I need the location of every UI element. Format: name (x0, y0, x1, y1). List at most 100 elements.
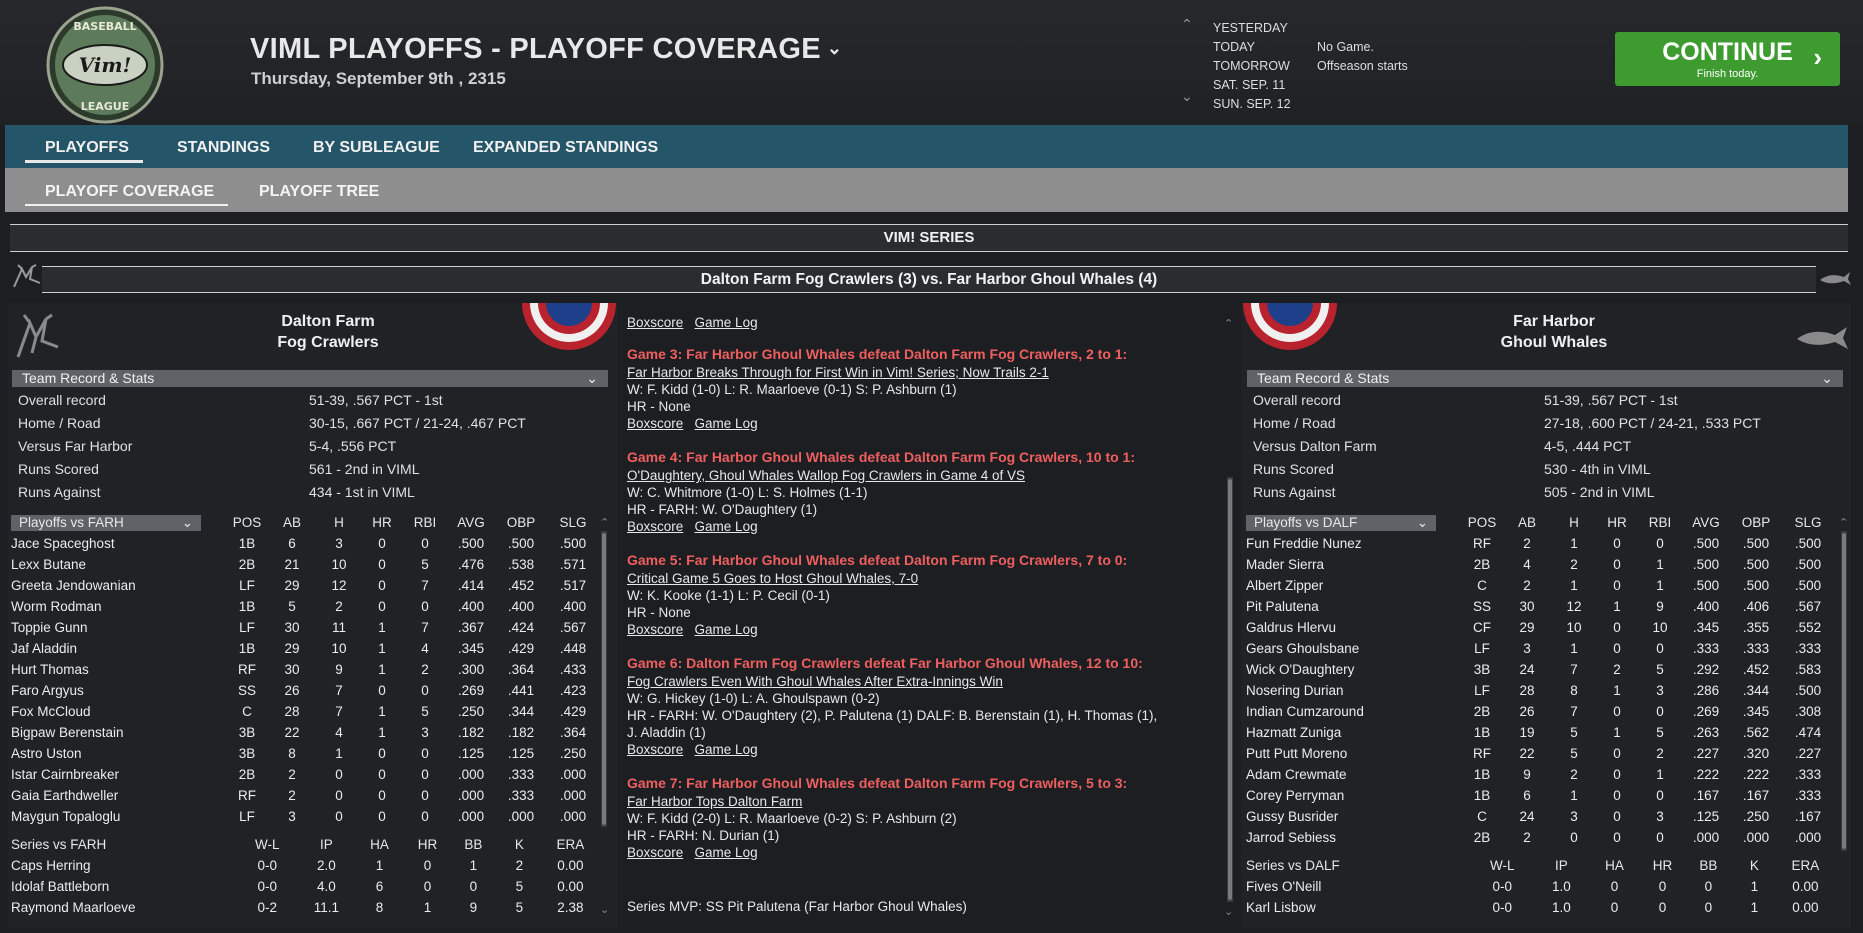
player-name[interactable]: Jarrod Sebiess (1246, 827, 1462, 848)
chevron-up-icon[interactable]: ⌃ (1181, 16, 1193, 33)
boxscore-link[interactable]: Boxscore (627, 622, 683, 637)
player-name[interactable]: Fives O'Neill (1246, 876, 1471, 897)
batter-row[interactable]: Albert Zipper C 2 1 0 1 .500 .500 .500 (1246, 575, 1834, 596)
gamelog-link[interactable]: Game Log (695, 622, 758, 637)
player-name[interactable]: Raymond Maarloeve (11, 897, 236, 918)
chevron-up-icon[interactable]: ⌃ (1224, 317, 1233, 330)
batter-row[interactable]: Jaf Aladdin 1B 29 10 1 4 .345 .429 .448 (11, 638, 599, 659)
column-header[interactable]: H (1552, 512, 1596, 533)
player-name[interactable]: Nosering Durian (1246, 680, 1462, 701)
player-name[interactable]: Faro Argyus (11, 680, 227, 701)
schedule-row[interactable]: SAT. SEP. 11 (1213, 76, 1408, 95)
schedule-row[interactable]: TOMORROW Offseason starts (1213, 57, 1408, 76)
batter-row[interactable]: Hazmatt Zuniga 1B 19 5 1 5 .263 .562 .474 (1246, 722, 1834, 743)
schedule-row[interactable]: TODAY No Game. (1213, 38, 1408, 57)
column-header[interactable]: ERA (542, 834, 599, 855)
column-header[interactable]: RBI (1638, 512, 1682, 533)
column-header[interactable]: BB (450, 834, 497, 855)
column-header[interactable]: HA (354, 834, 405, 855)
game-headline-link[interactable]: Far Harbor Breaks Through for First Win … (627, 365, 1049, 380)
column-header[interactable]: W-L (1471, 855, 1534, 876)
boxscore-link[interactable]: Boxscore (627, 742, 683, 757)
gamelog-link[interactable]: Game Log (695, 742, 758, 757)
batting-split-dropdown[interactable]: Playoffs vs DALF ⌄ (1246, 514, 1436, 531)
schedule-row[interactable]: SUN. SEP. 12 (1213, 95, 1408, 114)
batter-row[interactable]: Maygun Topaloglu LF 3 0 0 0 .000 .000 .000 (11, 806, 599, 827)
tab-playoff-coverage[interactable]: PLAYOFF COVERAGE (24, 183, 229, 206)
batter-row[interactable]: Wick O'Daughtery 3B 24 7 2 5 .292 .452 .583 (1246, 659, 1834, 680)
batter-row[interactable]: Fun Freddie Nunez RF 2 1 0 0 .500 .500 .500 (1246, 533, 1834, 554)
column-header[interactable]: HR (361, 512, 403, 533)
batter-row[interactable]: Worm Rodman 1B 5 2 0 0 .400 .400 .400 (11, 596, 599, 617)
chevron-up-icon[interactable]: ⌃ (600, 516, 609, 529)
player-name[interactable]: Jaf Aladdin (11, 638, 227, 659)
schedule-row[interactable]: YESTERDAY (1213, 19, 1408, 38)
boxscore-link[interactable]: Boxscore (627, 416, 683, 431)
column-header[interactable]: AVG (447, 512, 495, 533)
game-headline-link[interactable]: Fog Crawlers Even With Ghoul Whales Afte… (627, 674, 1003, 689)
column-header[interactable]: W-L (236, 834, 299, 855)
batter-row[interactable]: Bigpaw Berenstain 3B 22 4 1 3 .182 .182 .364 (11, 722, 599, 743)
column-header[interactable]: AB (267, 512, 317, 533)
column-header[interactable]: BB (1685, 855, 1732, 876)
player-name[interactable]: Toppie Gunn (11, 617, 227, 638)
player-name[interactable]: Pit Palutena (1246, 596, 1462, 617)
column-header[interactable]: HR (1596, 512, 1638, 533)
player-name[interactable]: Karl Lisbow (1246, 897, 1471, 918)
chevron-down-icon[interactable]: ⌄ (1181, 88, 1193, 105)
column-header[interactable]: K (497, 834, 542, 855)
player-name[interactable]: Worm Rodman (11, 596, 227, 617)
page-title[interactable]: VIML PLAYOFFS - PLAYOFF COVERAGE ⌄ (250, 33, 842, 66)
player-name[interactable]: Lexx Butane (11, 554, 227, 575)
batter-row[interactable]: Putt Putt Moreno RF 22 5 0 2 .227 .320 .227 (1246, 743, 1834, 764)
pitcher-row[interactable]: Idolaf Battleborn 0-0 4.0 6 0 0 5 0.00 (11, 876, 599, 897)
boxscore-link[interactable]: Boxscore (627, 315, 683, 330)
batter-row[interactable]: Toppie Gunn LF 30 11 1 7.367.424.567 (11, 617, 599, 638)
batter-row[interactable]: Gears Ghoulsbane LF 3 1 0 0 .333 .333 .333 (1246, 638, 1834, 659)
chevron-down-icon[interactable]: ⌄ (1224, 905, 1233, 918)
player-name[interactable]: Istar Cairnbreaker (11, 764, 227, 785)
column-header[interactable]: IP (299, 834, 354, 855)
player-name[interactable]: Corey Perryman (1246, 785, 1462, 806)
batter-row[interactable]: Faro Argyus SS 26 7 0 0 .269 .441 .423 (11, 680, 599, 701)
player-name[interactable]: Greeta Jendowanian (11, 575, 227, 596)
batter-row[interactable]: Mader Sierra 2B 4 2 0 1 .500 .500 .500 (1246, 554, 1834, 575)
game-headline-link[interactable]: O'Daughtery, Ghoul Whales Wallop Fog Cra… (627, 468, 1025, 483)
player-name[interactable]: Adam Crewmate (1246, 764, 1462, 785)
column-header[interactable]: OBP (495, 512, 547, 533)
player-name[interactable]: Hurt Thomas (11, 659, 227, 680)
batter-row[interactable]: Astro Uston 3B 8 1 0 0 .125 .125 .250 (11, 743, 599, 764)
player-name[interactable]: Galdrus Hlervu (1246, 617, 1462, 638)
player-name[interactable]: Gaia Earthdweller (11, 785, 227, 806)
pitcher-row[interactable]: Caps Herring 0-0 2.0 1 0 1 2 0.00 (11, 855, 599, 876)
tab-playoff-tree[interactable]: PLAYOFF TREE (259, 183, 379, 201)
boxscore-link[interactable]: Boxscore (627, 519, 683, 534)
column-header[interactable]: K (1732, 855, 1777, 876)
batter-row[interactable]: Hurt Thomas RF 30 9 1 2 .300 .364 .433 (11, 659, 599, 680)
batter-row[interactable]: Nosering Durian LF 28 8 1 3 .286 .344 .500 (1246, 680, 1834, 701)
batter-row[interactable]: Indian Cumzaround 2B 26 7 0 0 .269 .345 .308 (1246, 701, 1834, 722)
pitcher-row[interactable]: Karl Lisbow 0-0 1.0 0 0 0 1 0.00 (1246, 897, 1834, 918)
column-header[interactable]: AVG (1682, 512, 1730, 533)
column-header[interactable]: IP (1534, 855, 1589, 876)
player-name[interactable]: Gussy Busrider (1246, 806, 1462, 827)
pitcher-row[interactable]: Raymond Maarloeve 0-2 11.1 8 1 9 5 2.38 (11, 897, 599, 918)
tab-playoffs[interactable]: PLAYOFFS (25, 139, 143, 163)
column-header[interactable]: HA (1589, 855, 1640, 876)
player-name[interactable]: Astro Uston (11, 743, 227, 764)
batter-row[interactable]: Gaia Earthdweller RF 2 0 0 0 .000 .333 .000 (11, 785, 599, 806)
game-headline-link[interactable]: Far Harbor Tops Dalton Farm (627, 794, 802, 809)
tab-by-subleague[interactable]: BY SUBLEAGUE (313, 139, 440, 157)
batter-row[interactable]: Fox McCloud C 28 7 1 5 .250 .344 .429 (11, 701, 599, 722)
column-header[interactable]: SLG (547, 512, 599, 533)
batter-row[interactable]: Galdrus Hlervu CF 29 10 0 10 .345 .355 .552 (1246, 617, 1834, 638)
game-headline-link[interactable]: Critical Game 5 Goes to Host Ghoul Whale… (627, 571, 918, 586)
column-header[interactable]: H (317, 512, 361, 533)
player-name[interactable]: Hazmatt Zuniga (1246, 722, 1462, 743)
gamelog-link[interactable]: Game Log (695, 519, 758, 534)
batter-row[interactable]: Jarrod Sebiess 2B 2 0 0 0 .000 .000 .000 (1246, 827, 1834, 848)
column-header[interactable]: HR (1640, 855, 1685, 876)
player-name[interactable]: Fun Freddie Nunez (1246, 533, 1462, 554)
batter-row[interactable]: Greeta Jendowanian LF 29 12 0 7 .414 .452 .517 (11, 575, 599, 596)
team-record-dropdown[interactable]: Team Record & Stats ⌄ (1247, 370, 1843, 387)
